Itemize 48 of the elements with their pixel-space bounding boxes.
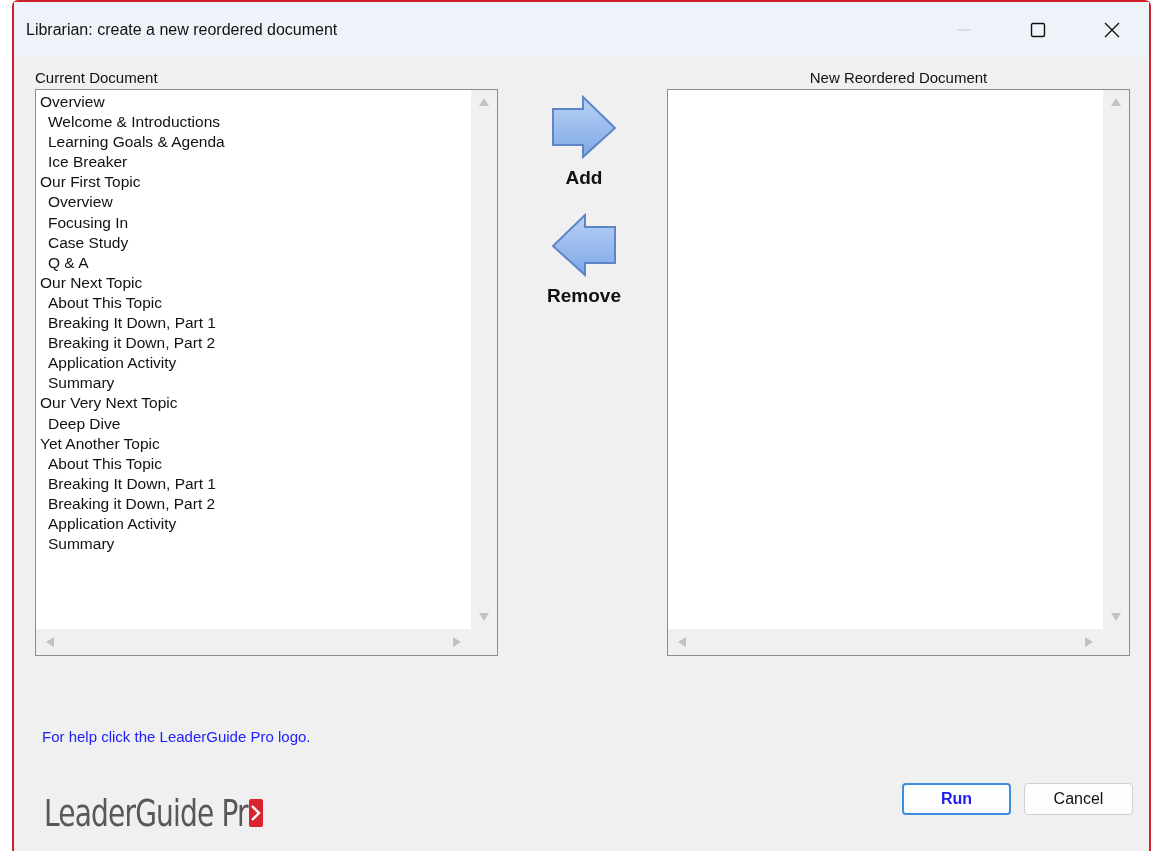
chevron-icon xyxy=(249,799,264,827)
logo[interactable]: LeaderGuide Pr xyxy=(44,791,264,835)
action-button[interactable]: Add xyxy=(545,93,623,191)
list-item[interactable]: Learning Goals & Agenda xyxy=(40,132,225,153)
list-item[interactable]: Our Next Topic xyxy=(40,272,143,293)
list-item[interactable]: Breaking It Down, Part 1 xyxy=(40,473,216,494)
dialog-button[interactable]: Run xyxy=(902,783,1011,815)
list-item[interactable]: Overview xyxy=(40,192,113,213)
list-item[interactable]: About This Topic xyxy=(40,292,163,314)
vertical-scrollbar[interactable] xyxy=(471,90,497,629)
scroll-right-icon[interactable] xyxy=(1085,637,1093,647)
list-caption: Current Document xyxy=(35,69,158,86)
list-item[interactable]: Breaking it Down, Part 2 xyxy=(40,493,216,514)
list-item[interactable]: Ice Breaker xyxy=(40,152,128,173)
window-title: Librarian: create a new reordered document xyxy=(26,20,339,39)
list-box[interactable] xyxy=(35,89,498,656)
list-item[interactable]: Focusing In xyxy=(40,212,129,233)
scroll-up-icon[interactable] xyxy=(479,98,489,106)
list-item[interactable]: Application Activity xyxy=(40,513,177,535)
list-item[interactable]: Welcome & Introductions xyxy=(40,112,220,133)
scroll-down-icon[interactable] xyxy=(1111,613,1121,621)
action-button[interactable]: Remove xyxy=(543,211,625,309)
help-text: For help click the LeaderGuide Pro logo. xyxy=(42,728,311,745)
list-caption: New Reordered Document xyxy=(809,69,988,86)
list-item[interactable]: About This Topic xyxy=(40,453,163,474)
list-item[interactable]: Overview xyxy=(40,92,105,113)
list-item[interactable]: Breaking It Down, Part 1 xyxy=(40,313,216,334)
dialog-button[interactable]: Cancel xyxy=(1024,783,1133,815)
horizontal-scrollbar[interactable] xyxy=(668,629,1103,655)
scroll-down-icon[interactable] xyxy=(479,613,489,621)
vertical-scrollbar[interactable] xyxy=(1103,90,1129,629)
close-icon[interactable] xyxy=(1104,21,1120,38)
list-item[interactable]: Application Activity xyxy=(40,353,177,374)
maximize-icon[interactable] xyxy=(1030,21,1046,38)
scroll-left-icon[interactable] xyxy=(678,637,686,647)
list-item[interactable]: Deep Dive xyxy=(40,413,121,434)
list-item[interactable]: Summary xyxy=(40,534,115,555)
horizontal-scrollbar[interactable] xyxy=(36,629,471,655)
list-item[interactable]: Our First Topic xyxy=(40,172,141,193)
scroll-right-icon[interactable] xyxy=(453,637,461,647)
list-item[interactable]: Our Very Next Topic xyxy=(40,393,178,414)
list-item[interactable]: Yet Another Topic xyxy=(40,433,160,454)
list-item[interactable]: Case Study xyxy=(40,232,129,253)
list-item[interactable]: Q & A xyxy=(40,252,89,273)
list-item[interactable]: Breaking it Down, Part 2 xyxy=(40,333,216,354)
scroll-up-icon[interactable] xyxy=(1111,98,1121,106)
scroll-left-icon[interactable] xyxy=(46,637,54,647)
list-item[interactable]: Summary xyxy=(40,373,115,394)
